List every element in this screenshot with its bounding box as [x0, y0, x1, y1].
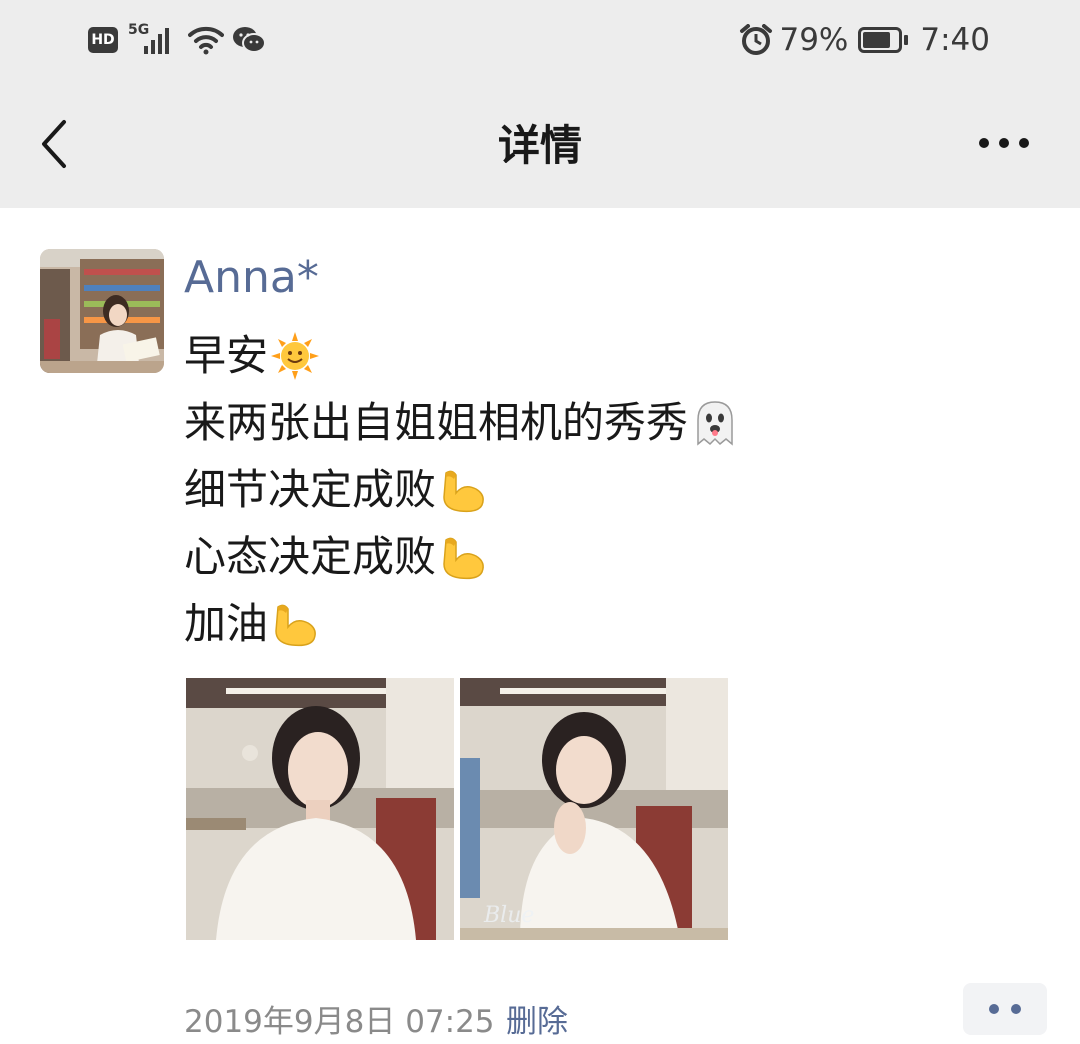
- flexed-biceps-icon: [270, 599, 320, 649]
- battery-percent: 79%: [779, 22, 849, 58]
- post-line-text: 心态决定成败: [184, 531, 437, 581]
- post-line: 加油: [184, 590, 740, 657]
- post-timestamp: 2019年9月8日 07:25: [184, 1004, 495, 1040]
- hd-icon: HD: [88, 27, 118, 53]
- post-photo-1[interactable]: [186, 678, 454, 940]
- page-title: 详情: [497, 121, 582, 170]
- sun-icon: [270, 331, 320, 381]
- post-line: 来两张出自姐姐相机的秀秀: [184, 389, 740, 456]
- status-bar-right: 79% 7:40: [739, 18, 990, 62]
- clock: 7:40: [920, 22, 990, 58]
- flexed-biceps-icon: [438, 465, 488, 515]
- more-icon[interactable]: [976, 130, 1032, 156]
- photo-watermark: Blue: [483, 903, 534, 928]
- post-line-text: 加油: [184, 598, 269, 648]
- post-line-text: 早安: [184, 330, 269, 380]
- header: HD 5G 79% 7:40 详情: [0, 0, 1080, 208]
- status-bar-left: HD 5G: [88, 18, 266, 62]
- ghost-icon: [690, 398, 740, 448]
- avatar[interactable]: [40, 249, 164, 373]
- flexed-biceps-icon: [438, 532, 488, 582]
- post-line: 早安: [184, 322, 740, 389]
- delete-link[interactable]: 删除: [506, 996, 568, 1041]
- post-line-text: 细节决定成败: [184, 464, 437, 514]
- author-name[interactable]: Anna*: [184, 252, 319, 303]
- post-line: 心态决定成败: [184, 523, 740, 590]
- signal-icon: 5G: [128, 22, 178, 56]
- comment-dots-icon[interactable]: [963, 983, 1047, 1035]
- wifi-icon: [188, 25, 224, 55]
- alarm-icon: [739, 24, 773, 56]
- wechat-icon: [232, 25, 266, 55]
- post-photo-2[interactable]: Blue: [460, 678, 728, 940]
- post-line: 细节决定成败: [184, 456, 740, 523]
- battery-icon: [858, 27, 909, 53]
- post-text: 早安 来两张出自姐姐相机的秀秀 细节决定成败 心态决定成败 加油: [184, 322, 740, 657]
- post-line-text: 来两张出自姐姐相机的秀秀: [184, 397, 689, 447]
